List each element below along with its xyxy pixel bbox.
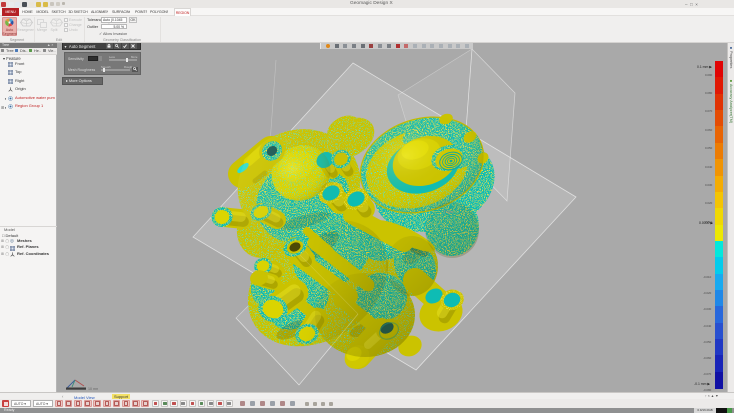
svg-text:Right: Right — [444, 209, 454, 214]
svg-text:10 mm: 10 mm — [88, 387, 98, 391]
